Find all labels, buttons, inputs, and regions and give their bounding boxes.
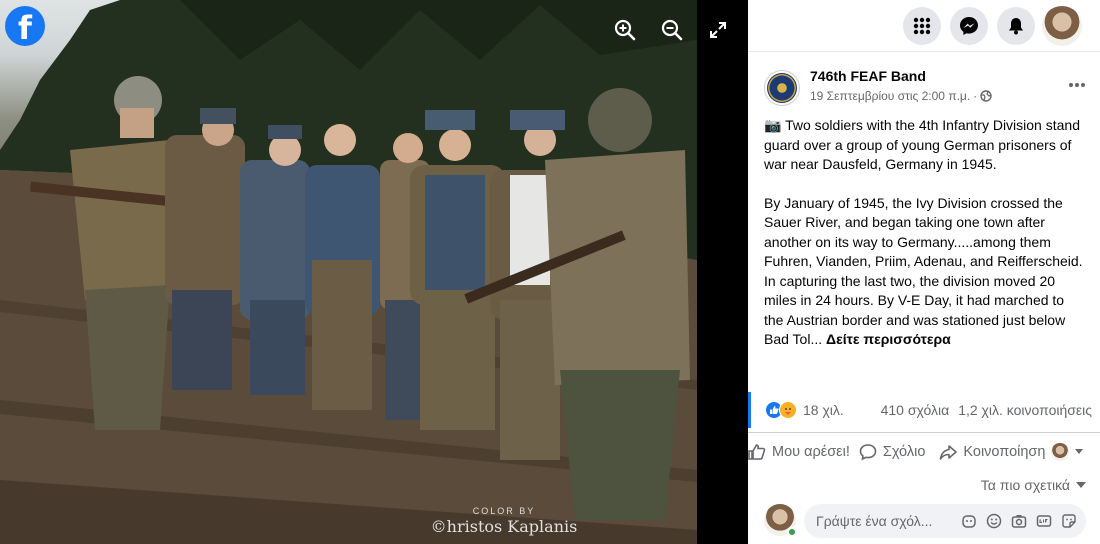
facebook-logo[interactable]: f [5,6,45,47]
page-avatar[interactable] [764,70,800,106]
post-header: 746th FEAF Band 19 Σεπτεμβρίου στις 2:00… [748,68,1100,116]
like-label: Μου αρέσει! [772,443,850,460]
post-paragraph-1: 📷 Two soldiers with the 4th Infantry Div… [764,117,1080,172]
fullscreen-button[interactable] [702,14,734,46]
zoom-in-icon [614,19,636,41]
comment-icon [859,443,877,460]
camera-icon [1011,515,1027,528]
messenger-button[interactable] [950,7,988,45]
share-button[interactable]: Κοινοποίηση [939,442,1084,461]
account-avatar[interactable] [1042,6,1082,46]
post-date[interactable]: 19 Σεπτεμβρίου στις 2:00 π.μ. [810,89,970,103]
avatar-sticker-icon [962,515,976,528]
post-body: 📷 Two soldiers with the 4th Infantry Div… [748,116,1100,350]
post-side-panel: 746th FEAF Band 19 Σεπτεμβρίου στις 2:00… [748,0,1100,544]
post-photo[interactable]: COLOR BY ©hristos Kaplanis [0,0,697,544]
comment-composer: Γράψτε ένα σχόλ... [748,502,1100,540]
reactions-summary[interactable]: 18 χιλ. [765,401,844,419]
post-actions: Μου αρέσει! Σχόλιο Κοινοποίηση [748,432,1100,470]
gif-button[interactable] [1035,512,1053,530]
expand-icon [710,22,726,38]
comment-label: Σχόλιο [882,443,926,460]
reactions-count: 18 χιλ. [803,402,844,418]
care-reaction-icon [779,401,797,419]
comment-input[interactable]: Γράψτε ένα σχόλ... [804,504,1086,538]
gif-icon [1036,515,1052,527]
watermark-big: ©hristos Kaplanis [430,517,578,536]
zoom-in-button[interactable] [609,14,641,46]
thumbs-up-icon [748,443,766,460]
top-bar [748,0,1100,52]
sticker-button[interactable] [1060,512,1078,530]
post-stats: 18 χιλ. 410 σχόλια 1,2 χιλ. κοινοποιήσει… [748,392,1100,428]
photo-scene [0,0,697,544]
comment-placeholder: Γράψτε ένα σχόλ... [816,513,933,529]
emoji-button[interactable] [985,512,1003,530]
online-status-dot [787,527,797,537]
photo-button[interactable] [1010,512,1028,530]
post-paragraph-2-text: By January of 1945, the Ivy Division cro… [764,194,1083,348]
comment-sort-selector[interactable]: Τα πιο σχετικά [981,477,1086,493]
like-button[interactable]: Μου αρέσει! [748,443,850,461]
meta-separator: · [973,89,978,103]
photo-post-view: COLOR BY ©hristos Kaplanis f 746th FEAF … [0,0,1100,544]
emoji-icon [986,513,1002,529]
watermark-small: COLOR BY [472,506,536,516]
stats-right: 410 σχόλια 1,2 χιλ. κοινοποιήσεις [881,402,1092,418]
share-label: Κοινοποίηση [963,443,1046,460]
more-dots-icon [1069,83,1085,87]
messenger-icon [960,17,978,35]
chevron-down-icon [1075,448,1084,454]
share-icon [940,444,958,460]
page-name[interactable]: 746th FEAF Band [810,68,926,84]
share-as-avatar [1051,442,1070,461]
photo-watermark: COLOR BY ©hristos Kaplanis [414,506,594,536]
globe-icon [980,90,992,102]
notifications-button[interactable] [997,7,1035,45]
comment-tools [960,512,1078,530]
sort-label: Τα πιο σχετικά [980,477,1070,493]
sticker-icon [1062,514,1076,528]
comments-count[interactable]: 410 σχόλια [881,402,950,418]
more-options-button[interactable] [1068,72,1086,93]
zoom-out-button[interactable] [656,14,688,46]
post-paragraph-2: By January of 1945, the Ivy Division cro… [764,194,1084,350]
bell-icon [1009,18,1023,35]
post-meta: 19 Σεπτεμβρίου στις 2:00 π.μ. · [810,89,992,103]
chevron-down-icon [1076,481,1086,488]
see-more-link[interactable]: Δείτε περισσότερα [826,331,951,347]
menu-button[interactable] [903,7,941,45]
grid-menu-icon [913,17,931,35]
photo-viewer: COLOR BY ©hristos Kaplanis f [0,0,748,544]
zoom-out-icon [661,19,683,41]
avatar-sticker-button[interactable] [960,512,978,530]
shares-count[interactable]: 1,2 χιλ. κοινοποιήσεις [958,402,1092,418]
comment-button[interactable]: Σχόλιο [859,443,926,461]
